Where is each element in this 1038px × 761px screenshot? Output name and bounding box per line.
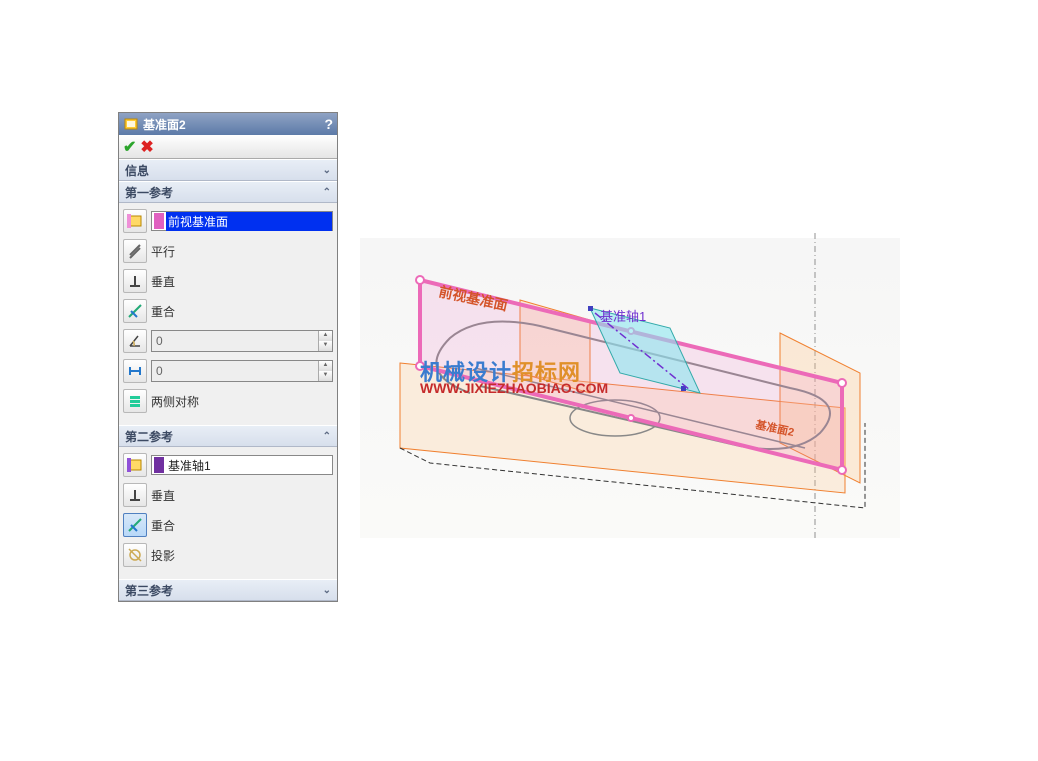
angle-constraint-icon[interactable] [123,329,147,353]
angle-value-input[interactable]: 0 ▲▼ [151,330,333,352]
perpendicular-constraint-icon[interactable] [123,269,147,293]
distance-value-text: 0 [156,364,163,378]
midplane-label: 两侧对称 [151,393,199,410]
section-info-label: 信息 [125,162,149,179]
chevron-up-icon: ⌃ [323,431,331,442]
plane-feature-icon [123,116,139,132]
section-ref2-header[interactable]: 第二参考 ⌃ [119,425,337,447]
ref2-perpendicular-icon[interactable] [123,483,147,507]
ok-button[interactable]: ✔ [123,137,136,157]
spinner-icon[interactable]: ▲▼ [318,331,332,351]
help-button[interactable]: ? [324,116,333,132]
parallel-constraint-icon[interactable] [123,239,147,263]
ref2-project-icon[interactable] [123,543,147,567]
ref2-project-label: 投影 [151,547,175,564]
ref2-coincident-label: 重合 [151,517,175,534]
section-info-header[interactable]: 信息 ⌄ [119,159,337,181]
distance-constraint-icon[interactable] [123,359,147,383]
ref2-selection-box[interactable]: 基准轴1 [151,455,333,475]
coincident-label: 重合 [151,303,175,320]
chevron-down-icon: ⌄ [323,585,331,596]
section-ref3-header[interactable]: 第三参考 ⌄ [119,579,337,601]
parallel-label: 平行 [151,243,175,260]
coincident-constraint-icon[interactable] [123,299,147,323]
ref1-selection-text: 前视基准面 [166,212,332,231]
ref2-select-icon[interactable] [123,453,147,477]
axis-3d-label: 基准轴1 [600,306,646,325]
chevron-up-icon: ⌃ [323,187,331,198]
chevron-down-icon: ⌄ [323,165,331,176]
ref1-select-icon[interactable] [123,209,147,233]
ref2-selection-text: 基准轴1 [166,456,213,475]
panel-title: 基准面2 [143,116,186,133]
section-ref2-label: 第二参考 [125,428,173,445]
cancel-button[interactable]: ✖ [140,137,153,157]
property-panel: 基准面2 ? ✔ ✖ 信息 ⌄ 第一参考 ⌃ 前视基准面 平行 [118,112,338,602]
section-ref1-header[interactable]: 第一参考 ⌃ [119,181,337,203]
panel-title-bar: 基准面2 ? [119,113,337,135]
spinner-icon[interactable]: ▲▼ [318,361,332,381]
midplane-constraint-icon[interactable] [123,389,147,413]
section-ref3-label: 第三参考 [125,582,173,599]
color-swatch-pink [154,213,164,229]
watermark-line2: WWW.JIXIEZHAOBIAO.COM [420,380,608,396]
ref2-coincident-icon[interactable] [123,513,147,537]
perpendicular-label: 垂直 [151,273,175,290]
ref2-perpendicular-label: 垂直 [151,487,175,504]
section-ref2-body: 基准轴1 垂直 重合 投影 [119,447,337,579]
angle-value-text: 0 [156,334,163,348]
color-swatch-purple [154,457,164,473]
ref1-selection-box[interactable]: 前视基准面 [151,211,333,231]
confirm-bar: ✔ ✖ [119,135,337,159]
section-ref1-body: 前视基准面 平行 垂直 重合 0 ▲▼ [119,203,337,425]
distance-value-input[interactable]: 0 ▲▼ [151,360,333,382]
section-ref1-label: 第一参考 [125,184,173,201]
